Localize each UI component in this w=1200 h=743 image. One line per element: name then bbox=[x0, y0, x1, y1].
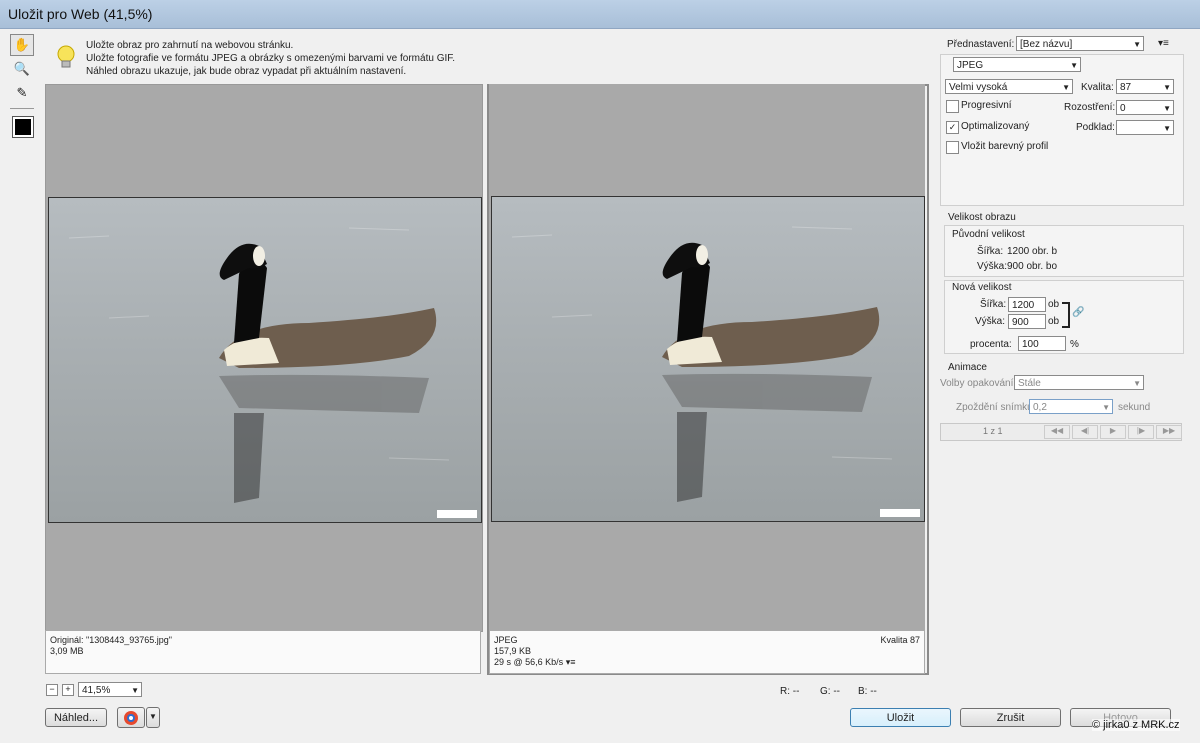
original-filename: Originál: "1308443_93765.jpg" bbox=[50, 635, 172, 645]
original-height-value: 900 obr. bo bbox=[1007, 261, 1058, 272]
window-title: Uložit pro Web (41,5%) bbox=[8, 6, 153, 22]
browser-menu-button[interactable]: ▼ bbox=[146, 707, 160, 728]
image-size-heading: Velikost obrazu bbox=[948, 212, 1016, 223]
new-height-label: Výška: bbox=[975, 316, 1006, 327]
loop-select[interactable]: Stále ▼ bbox=[1014, 375, 1144, 390]
original-width-value: 1200 obr. b bbox=[1007, 246, 1058, 257]
blue-readout: B: -- bbox=[858, 686, 877, 697]
preset-select[interactable]: [Bez názvu] ▼ bbox=[1016, 36, 1144, 51]
original-preview-pane[interactable] bbox=[45, 84, 483, 632]
original-filesize: 3,09 MB bbox=[50, 646, 84, 656]
original-size-heading: Původní velikost bbox=[952, 229, 1025, 240]
original-height-label: Výška: bbox=[977, 261, 1008, 272]
chevron-down-icon: ▼ bbox=[1163, 83, 1171, 92]
matte-label: Podklad: bbox=[1076, 122, 1115, 133]
download-speed-menu-icon[interactable]: ▾≡ bbox=[566, 657, 576, 667]
eyedropper-tool-icon[interactable]: ✎ bbox=[10, 82, 34, 104]
delay-unit: sekund bbox=[1118, 402, 1151, 413]
chevron-down-icon: ▼ bbox=[1163, 104, 1171, 113]
original-image bbox=[48, 197, 482, 523]
optimized-image bbox=[491, 196, 925, 522]
zoom-out-button[interactable]: − bbox=[46, 684, 58, 696]
zoom-tool-icon[interactable]: 🔍 bbox=[10, 58, 34, 80]
embed-profile-label: Vložit barevný profil bbox=[961, 141, 1049, 152]
preset-label: Přednastavení: bbox=[947, 39, 1015, 50]
percent-input[interactable]: 100 bbox=[1018, 336, 1066, 351]
lightbulb-icon bbox=[57, 45, 75, 68]
blur-label: Rozostření: bbox=[1064, 102, 1116, 113]
tool-column: ✋ 🔍 ✎ bbox=[10, 34, 36, 694]
quality-label: Kvalita: bbox=[1081, 82, 1114, 93]
optimized-quality: Kvalita 87 bbox=[880, 635, 920, 645]
new-width-label: Šířka: bbox=[980, 299, 1007, 310]
chain-link-icon[interactable]: 🔗 bbox=[1072, 307, 1084, 318]
preset-menu-icon[interactable]: ▾≡ bbox=[1158, 38, 1169, 49]
hint-line-1: Uložte obraz pro zahrnutí na webovou str… bbox=[86, 40, 294, 51]
chevron-down-icon: ▼ bbox=[1070, 61, 1078, 70]
delay-label: Zpoždění snímku: bbox=[956, 402, 1036, 413]
chevron-down-icon: ▼ bbox=[1102, 403, 1110, 412]
title-bar: Uložit pro Web (41,5%) bbox=[0, 0, 1200, 29]
constrain-bracket bbox=[1062, 302, 1070, 328]
matte-select[interactable]: ▼ bbox=[1116, 120, 1174, 135]
quality-preset-select[interactable]: Velmi vysoká ▼ bbox=[945, 79, 1073, 94]
hand-tool-icon[interactable]: ✋ bbox=[10, 34, 34, 56]
last-frame-icon[interactable]: ▶▶ bbox=[1156, 425, 1182, 439]
save-button[interactable]: Uložit bbox=[850, 708, 951, 727]
hint-line-3: Náhled obrazu ukazuje, jak bude obraz vy… bbox=[86, 66, 407, 77]
next-frame-icon[interactable]: |▶ bbox=[1128, 425, 1154, 439]
frame-controls: 1 z 1 ◀◀ ◀| ▶ |▶ ▶▶ bbox=[940, 423, 1182, 441]
progressive-label: Progresivní bbox=[961, 100, 1012, 111]
delay-input[interactable]: 0,2 ▼ bbox=[1029, 399, 1113, 414]
zoom-level-select[interactable]: 41,5% ▼ bbox=[78, 682, 142, 697]
width-unit: ob bbox=[1048, 299, 1060, 310]
height-unit: ob bbox=[1048, 316, 1060, 327]
first-frame-icon[interactable]: ◀◀ bbox=[1044, 425, 1070, 439]
hint-line-2: Uložte fotografie ve formátu JPEG a obrá… bbox=[86, 53, 456, 64]
green-readout: G: -- bbox=[820, 686, 840, 697]
prev-frame-icon[interactable]: ◀| bbox=[1072, 425, 1098, 439]
cancel-button[interactable]: Zrušit bbox=[960, 708, 1061, 727]
credit-watermark: © jirka0 z MRK.cz bbox=[1092, 719, 1180, 731]
red-readout: R: -- bbox=[780, 686, 800, 697]
quality-input[interactable]: 87 ▼ bbox=[1116, 79, 1174, 94]
new-width-input[interactable]: 1200 bbox=[1008, 297, 1046, 312]
chevron-down-icon: ▼ bbox=[1163, 124, 1171, 133]
preview-button[interactable]: Náhled... bbox=[45, 708, 107, 727]
eyedropper-color-swatch[interactable] bbox=[12, 116, 34, 138]
chevron-down-icon: ▼ bbox=[1133, 379, 1141, 388]
chevron-down-icon: ▼ bbox=[1062, 83, 1070, 92]
hint-text: Uložte obraz pro zahrnutí na webovou str… bbox=[86, 39, 455, 78]
original-info: Originál: "1308443_93765.jpg" 3,09 MB bbox=[45, 630, 481, 674]
zoom-in-button[interactable]: + bbox=[62, 684, 74, 696]
browser-icon bbox=[124, 711, 138, 725]
new-height-input[interactable]: 900 bbox=[1008, 314, 1046, 329]
original-width-label: Šířka: bbox=[977, 246, 1004, 257]
optimized-info: JPEG 157,9 KB 29 s @ 56,6 Kb/s ▾≡ Kvalit… bbox=[489, 630, 925, 674]
optimized-format: JPEG bbox=[494, 635, 518, 645]
chevron-down-icon: ▼ bbox=[131, 686, 139, 695]
percent-label: procenta: bbox=[970, 339, 1012, 350]
new-size-heading: Nová velikost bbox=[952, 282, 1012, 293]
loop-label: Volby opakování: bbox=[940, 378, 1017, 389]
optimized-preview-pane[interactable] bbox=[489, 84, 925, 630]
browser-preview-button[interactable] bbox=[117, 707, 145, 728]
optimized-filesize: 157,9 KB bbox=[494, 646, 532, 656]
chevron-down-icon: ▼ bbox=[1133, 40, 1141, 49]
animation-heading: Animace bbox=[948, 362, 987, 373]
blur-input[interactable]: 0 ▼ bbox=[1116, 100, 1174, 115]
play-icon[interactable]: ▶ bbox=[1100, 425, 1126, 439]
embed-profile-checkbox[interactable] bbox=[946, 141, 959, 154]
percent-unit: % bbox=[1070, 339, 1079, 350]
format-select[interactable]: JPEG ▼ bbox=[953, 57, 1081, 72]
progressive-checkbox[interactable] bbox=[946, 100, 959, 113]
optimized-label: Optimalizovaný bbox=[961, 121, 1030, 132]
optimized-checkbox[interactable]: ✓ bbox=[946, 121, 959, 134]
frame-counter: 1 z 1 bbox=[983, 426, 1003, 436]
optimized-time: 29 s @ 56,6 Kb/s ▾≡ bbox=[494, 657, 576, 667]
